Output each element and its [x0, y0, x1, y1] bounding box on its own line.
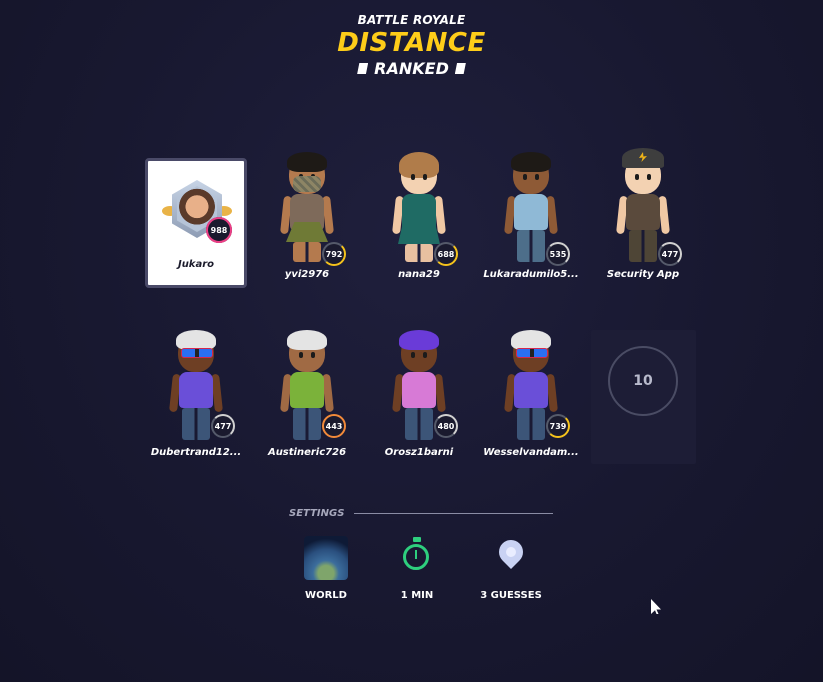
rating-ring: 988	[206, 217, 232, 243]
player-name: Jukaro	[177, 259, 215, 270]
rating-ring: 477	[658, 242, 682, 266]
settings-divider: SETTINGS	[289, 505, 553, 521]
flag-right-icon	[454, 63, 466, 74]
player-slot[interactable]: 477 Dubertrand12...	[145, 328, 247, 458]
player-name: nana29	[398, 269, 440, 280]
sunglasses-icon	[516, 348, 548, 358]
cap-icon	[622, 148, 664, 168]
ranked-label: RANKED	[374, 59, 449, 78]
player-name: Lukaradumilo5...	[483, 269, 579, 280]
player-name: Security App	[606, 269, 680, 280]
player-slot[interactable]: 443 Austineric726	[256, 328, 358, 458]
rating-value: 477	[661, 249, 679, 259]
setting-time: 1 MIN	[372, 536, 462, 601]
player-slot[interactable]: 535 Lukaradumilo5...	[480, 150, 582, 280]
rating-value: 477	[214, 421, 232, 431]
setting-map: WORLD	[281, 536, 371, 601]
rating-ring: 739	[546, 414, 570, 438]
rating-value: 739	[549, 421, 567, 431]
rating-value: 443	[325, 421, 343, 431]
location-pin-icon	[489, 535, 533, 580]
player-slot[interactable]: 477 Security App	[592, 148, 694, 280]
rating-ring: 443	[322, 414, 346, 438]
rating-value: 480	[437, 421, 455, 431]
player-name: Wesselvandam...	[483, 447, 579, 458]
setting-guesses: 3 GUESSES	[466, 535, 556, 601]
player-name: Austineric726	[267, 447, 347, 458]
player-slot[interactable]: 480 Orosz1barni	[368, 328, 470, 458]
self-player-card[interactable]: 988 Jukaro	[145, 158, 247, 288]
rating-value: 535	[549, 249, 567, 259]
rating-ring: 688	[434, 242, 458, 266]
rating-value: 688	[437, 249, 455, 259]
remaining-slots-count: 10	[608, 346, 678, 416]
flag-left-icon	[357, 63, 369, 74]
player-slot[interactable]: 792 yvi2976	[256, 150, 358, 280]
rating-value: 792	[325, 249, 343, 259]
rating-ring: 477	[211, 414, 235, 438]
ranked-label-group: RANKED	[357, 59, 466, 78]
rating-ring: 480	[434, 414, 458, 438]
player-name: yvi2976	[284, 269, 330, 280]
sunglasses-icon	[181, 348, 213, 358]
game-header: BATTLE ROYALE DISTANCE RANKED	[0, 13, 823, 78]
player-name: Orosz1barni	[384, 447, 454, 458]
game-mode: BATTLE ROYALE	[357, 13, 466, 27]
settings-label: SETTINGS	[289, 507, 345, 519]
player-slot[interactable]: 688 nana29	[368, 150, 470, 280]
player-name: Dubertrand12...	[150, 447, 242, 458]
rating-value: 988	[210, 225, 228, 235]
stopwatch-icon	[395, 536, 439, 580]
setting-time-label: 1 MIN	[400, 590, 434, 601]
setting-guesses-label: 3 GUESSES	[480, 590, 542, 601]
divider-line	[354, 512, 553, 514]
globe-map-icon	[304, 536, 348, 580]
setting-map-label: WORLD	[305, 590, 347, 601]
game-title: DISTANCE	[337, 28, 486, 58]
rating-ring: 792	[322, 242, 346, 266]
player-slot[interactable]: 739 Wesselvandam...	[480, 328, 582, 458]
empty-player-slot: 10	[591, 330, 696, 464]
rating-ring: 535	[546, 242, 570, 266]
